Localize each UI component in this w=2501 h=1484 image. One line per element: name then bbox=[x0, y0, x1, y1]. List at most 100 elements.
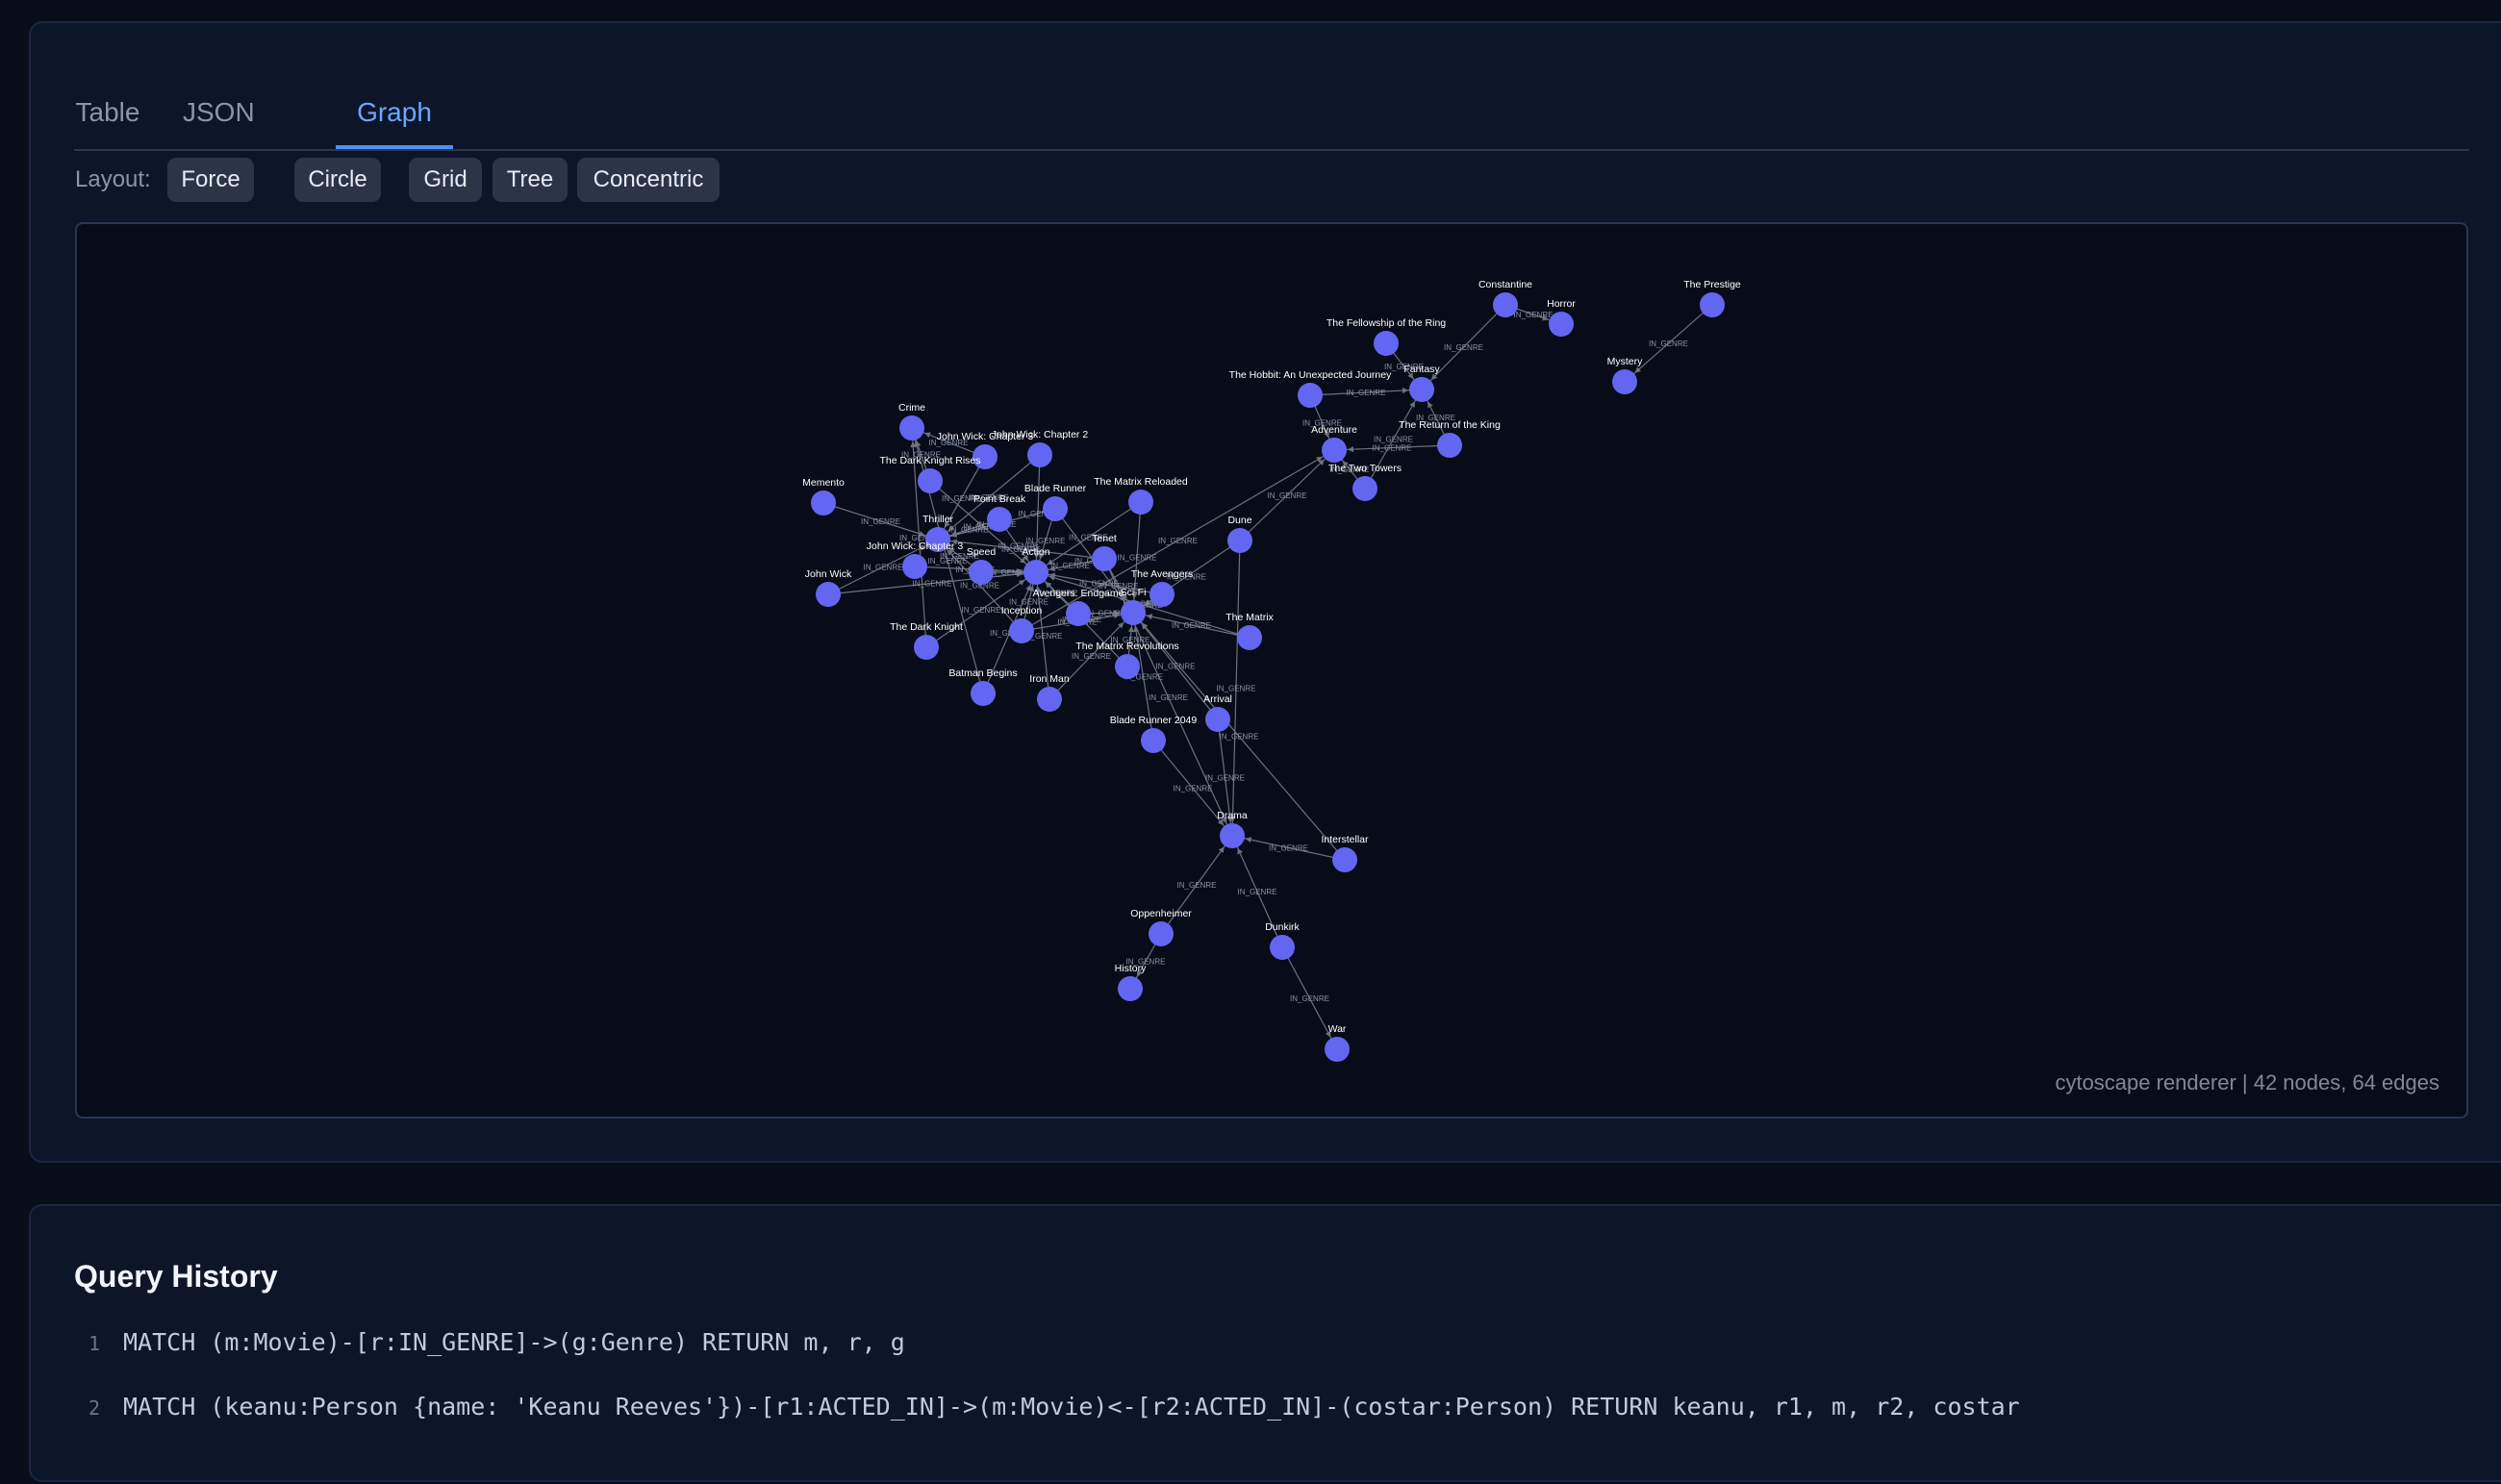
graph-node-the-prestige[interactable] bbox=[1700, 292, 1725, 317]
edge-label: IN_GENRE bbox=[1373, 444, 1412, 453]
graph-node-john-wick-2[interactable] bbox=[1027, 442, 1052, 467]
history-item[interactable]: 1 MATCH (m:Movie)-[r:IN_GENRE]->(g:Genre)… bbox=[88, 1323, 905, 1362]
graph-node-return-king[interactable] bbox=[1437, 433, 1462, 458]
edge-label: IN_GENRE bbox=[1220, 733, 1259, 742]
graph-node-batman-begins[interactable] bbox=[971, 681, 996, 706]
graph-node-oppenheimer[interactable] bbox=[1149, 921, 1174, 946]
history-item-query[interactable]: MATCH (m:Movie)-[r:IN_GENRE]->(g:Genre) … bbox=[123, 1328, 905, 1356]
edge-label: IN_GENRE bbox=[1026, 537, 1066, 545]
layout-circle-button[interactable]: Circle bbox=[294, 158, 381, 202]
node-label: The Matrix Revolutions bbox=[1075, 641, 1178, 652]
edge-label: IN_GENRE bbox=[1238, 888, 1277, 896]
edge-label: IN_GENRE bbox=[913, 580, 952, 589]
edge-arrow bbox=[1245, 837, 1252, 843]
graph-node-two-towers[interactable] bbox=[1352, 476, 1377, 501]
graph-node-dark-knight[interactable] bbox=[914, 635, 939, 660]
graph-node-blade-runner[interactable] bbox=[1043, 496, 1068, 521]
graph-node-matrix-reloaded[interactable] bbox=[1128, 490, 1153, 515]
edge-label: IN_GENRE bbox=[1172, 621, 1211, 630]
tab-table[interactable]: Table bbox=[74, 76, 141, 149]
node-label: History bbox=[1115, 963, 1147, 974]
query-history-panel: Query History 1 MATCH (m:Movie)-[r:IN_GEN… bbox=[29, 1204, 2501, 1482]
node-label: War bbox=[1328, 1023, 1347, 1035]
edge-arrow bbox=[1218, 846, 1225, 853]
edge-label: IN_GENRE bbox=[1514, 311, 1554, 319]
graph-node-fantasy[interactable] bbox=[1409, 377, 1434, 402]
node-label: The Dark Knight bbox=[890, 621, 963, 633]
graph-node-matrix-revolutions[interactable] bbox=[1115, 654, 1140, 679]
graph-node-speed[interactable] bbox=[969, 560, 994, 585]
node-label: Crime bbox=[898, 402, 925, 414]
edge-label: IN_GENRE bbox=[1649, 340, 1688, 348]
graph-node-mystery[interactable] bbox=[1612, 369, 1637, 394]
node-label: Fantasy bbox=[1403, 364, 1440, 375]
node-label: Action bbox=[1022, 546, 1049, 558]
graph-node-hobbit[interactable] bbox=[1298, 383, 1323, 408]
graph-node-dark-knight-rises[interactable] bbox=[918, 468, 943, 493]
graph-node-iron-man[interactable] bbox=[1037, 687, 1062, 712]
graph-node-john-wick[interactable] bbox=[816, 582, 841, 607]
layout-force-button[interactable]: Force bbox=[167, 158, 254, 202]
graph-node-tenet[interactable] bbox=[1092, 546, 1117, 571]
node-label: Drama bbox=[1217, 810, 1248, 821]
nodes-layer: Constantine Horror The Prestige The Fellows… bbox=[802, 279, 1741, 1062]
history-item-number: 2 bbox=[88, 1396, 101, 1420]
node-label: The Two Towers bbox=[1328, 463, 1402, 474]
layout-concentric-button[interactable]: Concentric bbox=[577, 158, 720, 202]
layout-grid-button[interactable]: Grid bbox=[409, 158, 482, 202]
edge-arrow bbox=[1146, 614, 1153, 620]
graph-node-avengers[interactable] bbox=[1149, 582, 1175, 607]
node-label: The Fellowship of the Ring bbox=[1326, 317, 1446, 329]
graph-node-scifi[interactable] bbox=[1121, 600, 1146, 625]
graph-canvas[interactable]: IN_GENRE IN_GENRE IN_GENRE IN_GENRE IN_GENRE… bbox=[75, 222, 2468, 1119]
graph-node-war[interactable] bbox=[1325, 1037, 1350, 1062]
layout-tree-button[interactable]: Tree bbox=[493, 158, 568, 202]
edge-label: IN_GENRE bbox=[1174, 785, 1213, 793]
graph-node-point-break[interactable] bbox=[987, 507, 1012, 532]
node-label: Batman Begins bbox=[948, 667, 1017, 679]
node-label: Point Break bbox=[973, 493, 1026, 505]
edge-label: IN_GENRE bbox=[1347, 389, 1386, 397]
node-label: Iron Man bbox=[1029, 673, 1070, 685]
graph-node-dunkirk[interactable] bbox=[1270, 935, 1295, 960]
graph-svg[interactable]: IN_GENRE IN_GENRE IN_GENRE IN_GENRE IN_GENRE… bbox=[77, 224, 2466, 1117]
node-label: John Wick: Chapter 2 bbox=[992, 429, 1089, 440]
graph-node-fellowship[interactable] bbox=[1374, 331, 1399, 356]
graph-node-arrival[interactable] bbox=[1205, 707, 1230, 732]
graph-node-action[interactable] bbox=[1023, 560, 1048, 585]
edge-label: IN_GENRE bbox=[1149, 693, 1188, 702]
graph-node-horror[interactable] bbox=[1549, 312, 1574, 337]
graph-node-dune[interactable] bbox=[1227, 528, 1252, 553]
graph-node-endgame[interactable] bbox=[1066, 601, 1091, 626]
node-label: Avengers: Endgame bbox=[1033, 588, 1124, 599]
node-label: The Matrix bbox=[1225, 612, 1274, 623]
node-label: Sci-Fi bbox=[1121, 587, 1147, 598]
node-label: The Prestige bbox=[1683, 279, 1741, 290]
node-label: Adventure bbox=[1311, 424, 1357, 436]
edge-label: IN_GENRE bbox=[1072, 652, 1111, 661]
edge-label: IN_GENRE bbox=[1217, 685, 1256, 693]
graph-node-john-wick-ch3[interactable] bbox=[902, 554, 927, 579]
history-item[interactable]: 2 MATCH (keanu:Person {name: 'Keanu Reeve… bbox=[88, 1388, 2020, 1426]
graph-node-constantine[interactable] bbox=[1493, 292, 1518, 317]
graph-node-blade-runner-2049[interactable] bbox=[1141, 728, 1166, 753]
history-item-number: 1 bbox=[88, 1332, 101, 1355]
graph-node-inception[interactable] bbox=[1009, 618, 1034, 643]
graph-node-memento[interactable] bbox=[811, 490, 836, 516]
node-label: The Hobbit: An Unexpected Journey bbox=[1229, 369, 1392, 381]
graph-node-drama[interactable] bbox=[1220, 823, 1245, 848]
graph-node-crime[interactable] bbox=[899, 415, 924, 440]
edge-label: IN_GENRE bbox=[864, 564, 903, 572]
node-label: John Wick bbox=[805, 568, 852, 580]
graph-node-the-matrix[interactable] bbox=[1237, 625, 1262, 650]
tab-graph[interactable]: Graph bbox=[336, 76, 453, 149]
graph-node-interstellar[interactable] bbox=[1332, 847, 1357, 872]
history-item-query[interactable]: MATCH (keanu:Person {name: 'Keanu Reeves… bbox=[123, 1393, 2020, 1421]
edge-label: IN_GENRE bbox=[1156, 663, 1196, 671]
edge-label: IN_GENRE bbox=[1050, 562, 1090, 570]
tab-json[interactable]: JSON bbox=[183, 76, 255, 149]
graph-node-adventure[interactable] bbox=[1322, 438, 1347, 463]
graph-node-history[interactable] bbox=[1118, 976, 1143, 1001]
edge-label: IN_GENRE bbox=[1205, 774, 1245, 783]
edge-label: IN_GENRE bbox=[1158, 537, 1198, 545]
